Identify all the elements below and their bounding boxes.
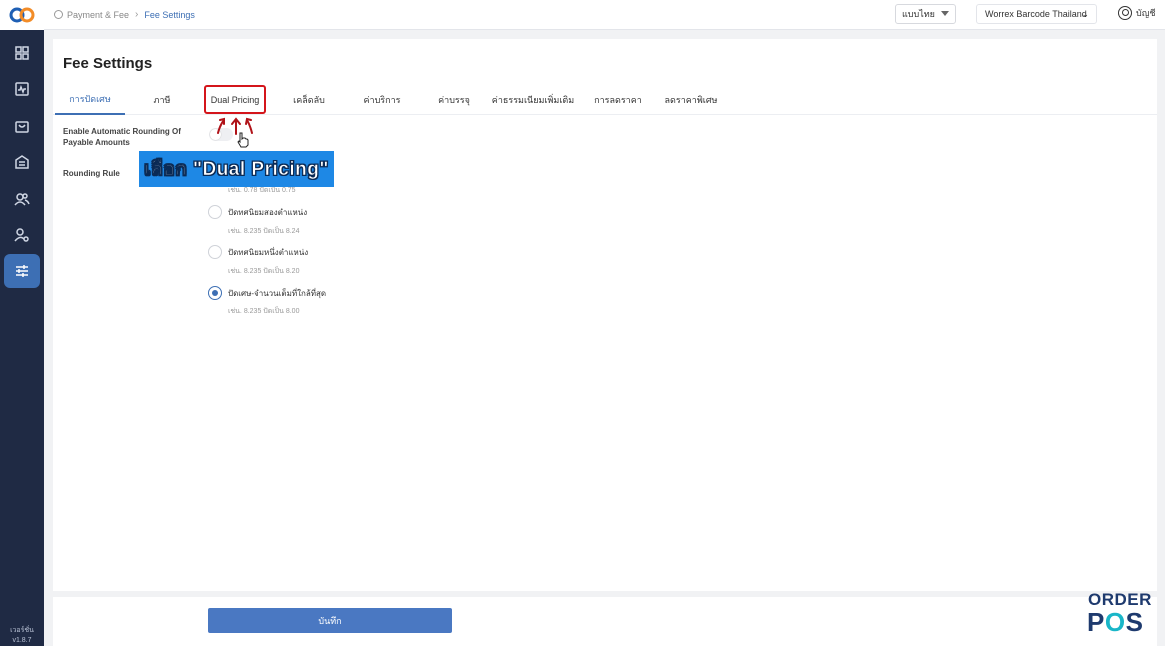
sidebar-item-inventory[interactable] xyxy=(4,145,40,179)
option-example: เช่น. 8.235 ปัดเป็น 8.20 xyxy=(228,268,300,275)
inventory-box-icon xyxy=(15,155,29,169)
hand-cursor-icon xyxy=(237,132,249,148)
logo-icon xyxy=(9,7,35,23)
caret-down-icon xyxy=(941,11,949,16)
store-select[interactable]: Worrex Barcode Thailand ⌄ xyxy=(976,4,1097,24)
option-label: ปัดเศษ-จำนวนเต็มที่ใกล้ที่สุด xyxy=(228,288,327,298)
sidebar-item-settings[interactable] xyxy=(4,254,40,288)
page-title: Fee Settings xyxy=(63,55,153,72)
store-value: Worrex Barcode Thailand xyxy=(985,9,1087,19)
option-label: ปัดทศนิยมหนึ่งตำแหน่ง xyxy=(228,247,309,257)
save-button[interactable]: บันทึก xyxy=(208,608,452,633)
tab-rounding[interactable]: การปัดเศษ xyxy=(55,85,125,115)
user-settings-icon xyxy=(14,228,29,242)
breadcrumb-current: Fee Settings xyxy=(144,9,195,20)
brand-line-2: POS xyxy=(1087,607,1144,637)
breadcrumb: Payment & Fee › Fee Settings xyxy=(54,9,195,20)
tab-packaging-fee[interactable]: ค่าบรรจุ xyxy=(426,85,482,115)
settings-sliders-icon xyxy=(16,265,28,277)
radio-button[interactable] xyxy=(208,205,222,219)
version-label: เวอร์ชั่น xyxy=(10,627,34,634)
sidebar-item-orders[interactable] xyxy=(4,109,40,143)
top-bar: Payment & Fee › Fee Settings แบบไทย Worr… xyxy=(44,0,1165,30)
tab-tax[interactable]: ภาษี xyxy=(137,85,187,115)
callout-text: เลือก "Dual Pricing" xyxy=(144,159,329,181)
fee-tabs: การปัดเศษ ภาษี Dual Pricing เคล็ดลับ ค่า… xyxy=(53,85,1157,115)
account-menu[interactable]: บัญชี xyxy=(1118,6,1156,20)
rounding-rule-label: Rounding Rule xyxy=(63,169,120,178)
tab-service-charge[interactable]: ค่าบริการ xyxy=(353,85,411,115)
shopping-bag-icon xyxy=(15,121,29,133)
user-circle-icon xyxy=(1118,6,1132,20)
sidebar: เวอร์ชั่น v1.8.7 xyxy=(0,0,44,646)
auto-rounding-label: Enable Automatic Rounding Of Payable Amo… xyxy=(63,127,181,147)
option-label: ปัดทศนิยมสองตำแหน่ง xyxy=(228,207,308,217)
option-example: เช่น. 8.235 ปัดเป็น 8.24 xyxy=(228,228,300,235)
breadcrumb-root[interactable]: Payment & Fee xyxy=(67,10,129,20)
sidebar-item-staff[interactable] xyxy=(4,218,40,252)
radio-button[interactable] xyxy=(208,245,222,259)
instruction-callout: เลือก "Dual Pricing" xyxy=(139,151,334,187)
tab-special-discounts[interactable]: ลดราคาพิเศษ xyxy=(659,85,723,115)
sidebar-item-reports[interactable] xyxy=(4,72,40,106)
option-example: เช่น. 8.235 ปัดเป็น 8.00 xyxy=(228,308,300,315)
language-value: แบบไทย xyxy=(902,9,935,19)
rounding-option-one-decimal[interactable]: ปัดทศนิยมหนึ่งตำแหน่ง xyxy=(208,245,308,259)
account-label: บัญชี xyxy=(1136,8,1156,18)
dual-pricing-highlight-box xyxy=(204,85,266,114)
language-select[interactable]: แบบไทย xyxy=(895,4,956,24)
version-number: v1.8.7 xyxy=(12,637,32,644)
tab-discounts[interactable]: การลดราคา xyxy=(589,85,647,115)
tab-additional-fees[interactable]: ค่าธรรมเนียมเพิ่มเติม xyxy=(483,85,583,115)
dashboard-grid-icon xyxy=(15,46,29,60)
tab-tips[interactable]: เคล็ดลับ xyxy=(281,85,337,115)
chevron-right-icon: › xyxy=(135,9,139,20)
sidebar-item-dashboard[interactable] xyxy=(4,36,40,70)
payment-icon xyxy=(54,10,63,19)
order-pos-brand-logo: ORDER POS xyxy=(1087,591,1151,639)
rounding-option-nearest-integer[interactable]: ปัดเศษ-จำนวนเต็มที่ใกล้ที่สุด xyxy=(208,286,326,300)
chevron-down-icon: ⌄ xyxy=(1081,9,1089,19)
sidebar-item-customers[interactable] xyxy=(4,182,40,216)
radio-button-checked[interactable] xyxy=(208,286,222,300)
footer-bar: บันทึก xyxy=(53,597,1157,646)
rounding-option-two-decimals[interactable]: ปัดทศนิยมสองตำแหน่ง xyxy=(208,205,307,219)
activity-chart-icon xyxy=(15,82,29,96)
customers-group-icon xyxy=(14,193,30,206)
order-pos-logo[interactable] xyxy=(0,0,44,30)
